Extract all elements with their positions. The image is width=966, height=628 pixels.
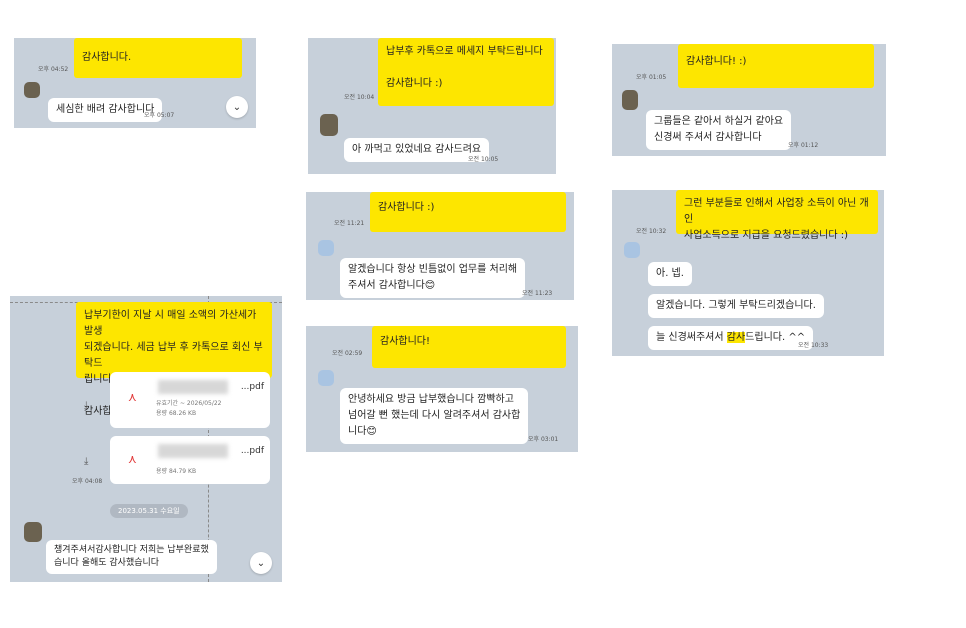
scroll-down-button[interactable]: ⌄ [250,552,272,574]
timestamp: 오전 10:04 [344,94,375,101]
avatar [24,522,42,542]
chat-panel-4: 감사합니다 :) 오전 11:21 알겠습니다 항상 빈틈없이 업무를 처리해 … [306,192,574,300]
pdf-icon: ⋏ [128,452,137,466]
chat-panel-3: 감사합니다! :) 오후 01:05 그룹들은 같아서 하실거 같아요 신경써 … [612,44,886,156]
avatar [622,90,638,110]
message-text: 드립니다. ^^ [745,332,806,343]
timestamp: 오후 01:05 [636,74,667,81]
white-bubble: 늘 신경써주셔서 감사드립니다. ^^ [648,326,814,350]
timestamp: 오후 03:01 [528,436,559,443]
avatar [320,114,338,136]
yellow-bubble: 납부기한이 지날 시 매일 소액의 가산세가 발생 되겠습니다. 세금 납부 후… [76,302,272,417]
chevron-down-icon: ⌄ [256,557,266,569]
timestamp: 오전 10:33 [798,342,829,349]
white-bubble: 그룹들은 같아서 하실거 같아요 신경써 주셔서 감사합니다 [646,110,792,150]
yellow-bubble: 그런 부분들로 인해서 사업장 소득이 아닌 개인 사업소득으로 지급을 요청드… [676,190,878,241]
date-divider: 2023.05.31 수요일 [110,504,188,518]
timestamp: 오전 10:32 [636,228,667,235]
timestamp: 오후 04:52 [38,66,69,73]
yellow-bubble: 감사합니다 :) [370,192,566,232]
yellow-bubble: 감사합니다! :) [678,44,874,88]
blurred-filename [158,380,228,394]
message-text: 늘 신경써주셔서 [656,332,727,343]
file-size: 용량 84.79 KB [156,468,197,475]
chat-panel-5: 그런 부분들로 인해서 사업장 소득이 아닌 개인 사업소득으로 지급을 요청드… [612,190,884,356]
file-extension: ...pdf [240,382,264,392]
yellow-bubble: 감사합니다. [74,38,242,78]
timestamp: 오후 05:07 [144,112,175,119]
scroll-down-button[interactable]: ⌄ [226,96,248,118]
avatar [318,240,334,256]
file-expiry: 유효기간 ~ 2026/05/22 [156,400,222,407]
file-size: 용량 68.26 KB [156,410,197,417]
avatar [318,370,334,386]
blurred-filename [158,444,228,458]
chat-panel-1: 감사합니다. 오후 04:52 세심한 배려 감사합니다 오후 05:07 ⌄ [14,38,256,128]
white-bubble: 안녕하세요 방금 납부했습니다 깜빡하고 넘어갈 뻔 했는데 다시 알려주셔서 … [340,388,529,444]
chat-panel-6: 감사합니다! 오전 02:59 안녕하세요 방금 납부했습니다 깜빡하고 넘어갈… [306,326,578,452]
avatar [624,242,640,258]
file-extension: ...pdf [240,446,264,456]
timestamp: 오전 10:05 [468,156,499,163]
white-bubble: 알겠습니다 항상 빈틈없이 업무를 처리해 주셔서 감사합니다😊 [340,258,526,298]
pdf-icon: ⋏ [128,390,137,404]
download-icon[interactable]: ⤓ [84,456,88,467]
timestamp: 오전 11:21 [334,220,365,227]
chat-panel-7: 납부기한이 지날 시 매일 소액의 가산세가 발생 되겠습니다. 세금 납부 후… [10,296,282,582]
file-attachment[interactable]: ⋏ ...pdf 유효기간 ~ 2026/05/22 용량 68.26 KB [110,372,270,428]
avatar [24,82,40,98]
white-bubble: 아. 넵. [648,262,692,286]
white-bubble: 챙겨주셔서감사합니다 저희는 납부완료했 습니다 올해도 감사했습니다 [46,540,217,574]
yellow-bubble: 납부후 카톡으로 메세지 부탁드립니다 감사합니다 :) [378,38,554,106]
timestamp: 오전 11:23 [522,290,553,297]
chat-panel-2: 납부후 카톡으로 메세지 부탁드립니다 감사합니다 :) 오전 10:04 아 … [308,38,556,174]
chevron-down-icon: ⌄ [232,101,242,113]
file-attachment[interactable]: ⋏ ...pdf 용량 84.79 KB [110,436,270,484]
highlighted-text: 감사 [726,332,746,343]
timestamp: 오후 04:08 [72,478,103,485]
timestamp: 오후 01:12 [788,142,819,149]
timestamp: 오전 02:59 [332,350,363,357]
white-bubble: 알겠습니다. 그렇게 부탁드리겠습니다. [648,294,824,318]
yellow-bubble: 감사합니다! [372,326,566,368]
download-icon[interactable]: ⤓ [84,400,88,411]
